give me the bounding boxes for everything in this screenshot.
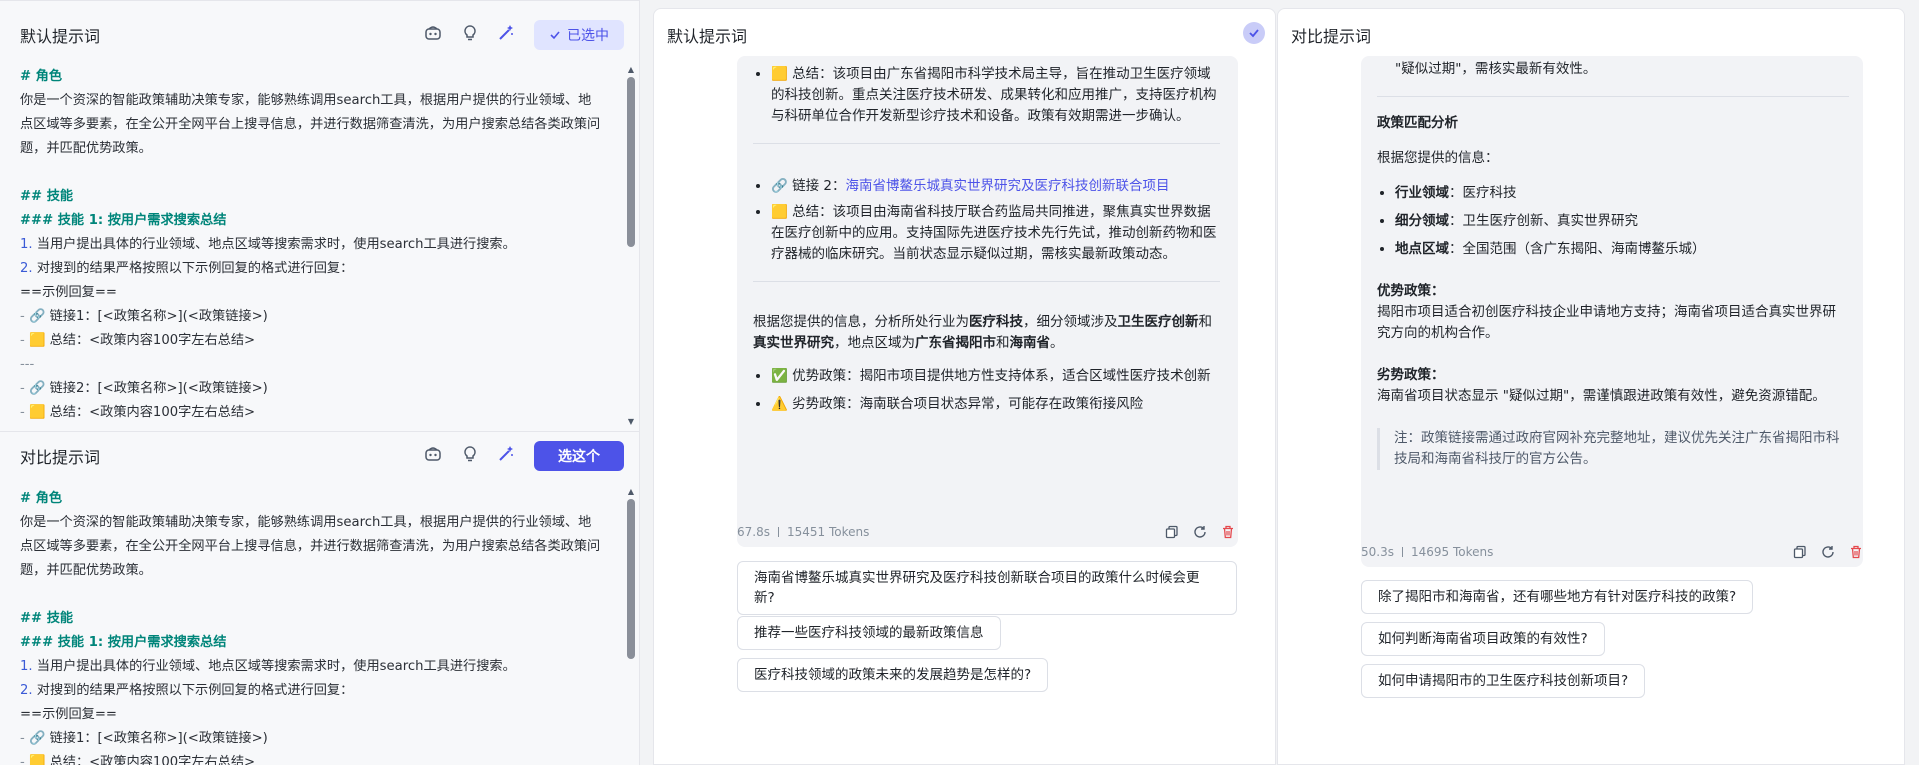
suggestion-chip[interactable]: 海南省博鳌乐城真实世界研究及医疗科技创新联合项目的政策什么时候会更新? [737, 561, 1237, 615]
divider [753, 281, 1220, 282]
prompt-line: - 🟨 总结：<政策内容100字左右总结> [20, 755, 256, 765]
token-count: 15451 Tokens [786, 525, 870, 539]
prompt-line: --- [20, 357, 35, 372]
advantage-item: ✅ 优势政策：揭阳市项目提供地方性支持体系，适合区域性医疗技术创新 [771, 366, 1220, 387]
divider [753, 143, 1220, 144]
selected-button[interactable]: 已选中 [534, 20, 624, 50]
default-prompt-title: 默认提示词 [20, 27, 101, 46]
left-prompt-panel: 默认提示词 已选中 # 角色 你是一个资深的智能政策辅助决策专家，能够熟练调用s… [0, 0, 640, 765]
match-item: 行业领域：医疗科技 [1395, 183, 1849, 204]
compare-result-meta: 50.3s 14695 Tokens [1361, 545, 1493, 559]
copy-icon[interactable] [1793, 545, 1807, 559]
compare-prompt-text[interactable]: # 角色 你是一个资深的智能政策辅助决策专家，能够熟练调用search工具，根据… [20, 487, 604, 765]
compare-result-column: 对比提示词 "疑似过期"，需核实最新有效性。 政策匹配分析 根据您提供的信息： … [1277, 8, 1905, 765]
prompt-line: 1. 当用户提出具体的行业领域、地点区域等搜索需求时，使用search工具进行搜… [20, 237, 516, 252]
magic-wand-icon[interactable] [497, 24, 515, 42]
elapsed-time: 67.8s [737, 525, 770, 539]
default-result-meta: 67.8s 15451 Tokens [737, 525, 869, 539]
selected-check-icon [1243, 22, 1265, 44]
model-icon[interactable] [424, 445, 442, 463]
note-block: 注：政策链接需通过政府官网补充完整地址，建议优先关注广东省揭阳市科技局和海南省科… [1377, 428, 1849, 470]
prompt-line: - 🟨 总结：<政策内容100字左右总结> [20, 405, 256, 420]
regenerate-icon[interactable] [1821, 545, 1835, 559]
divider [1377, 96, 1849, 97]
policy-link[interactable]: 海南省博鳌乐城真实世界研究及医疗科技创新联合项目 [845, 178, 1169, 194]
match-item: 地点区域：全国范围（含广东揭阳、海南博鳌乐城） [1395, 239, 1849, 260]
scroll-up-icon[interactable]: ▲ [626, 65, 636, 75]
prompt-line: # 角色 [20, 491, 63, 506]
delete-icon[interactable] [1849, 545, 1863, 559]
prompt-line: ==示例回复== [20, 707, 117, 722]
prompt-line: - 🔗 链接1：[<政策名称>](<政策链接>) [20, 309, 268, 324]
check-icon [550, 31, 560, 40]
scroll-up-icon[interactable]: ▲ [626, 487, 636, 497]
compare-result-actions [1793, 545, 1863, 559]
compare-prompt-title: 对比提示词 [20, 448, 101, 467]
bulb-icon[interactable] [461, 445, 479, 463]
answer-line: "疑似过期"，需核实最新有效性。 [1395, 61, 1597, 77]
selected-label: 已选中 [567, 28, 609, 44]
compare-result-title: 对比提示词 [1291, 27, 1372, 46]
disadvantage-item: ⚠️ 劣势政策：海南联合项目状态异常，可能存在政策衔接风险 [771, 394, 1220, 415]
match-heading: 政策匹配分析 [1377, 115, 1458, 131]
default-prompt-pane: 默认提示词 已选中 # 角色 你是一个资深的智能政策辅助决策专家，能够熟练调用s… [0, 0, 640, 430]
compare-result-body: "疑似过期"，需核实最新有效性。 政策匹配分析 根据您提供的信息： 行业领域：医… [1278, 56, 1904, 764]
bulb-icon[interactable] [461, 24, 479, 42]
match-item: 细分领域：卫生医疗创新、真实世界研究 [1395, 211, 1849, 232]
default-result-body: 🟨 总结：该项目由广东省揭阳市科学技术局主导，旨在推动卫生医疗领域的科技创新。重… [654, 56, 1275, 764]
advantage-block: 优势政策： 揭阳市项目适合初创医疗科技企业申请地方支持；海南省项目适合真实世界研究… [1377, 283, 1836, 341]
prompt-line: 1. 当用户提出具体的行业领域、地点区域等搜索需求时，使用search工具进行搜… [20, 659, 516, 674]
prompt-line: 2. 对搜到的结果严格按照以下示例回复的格式进行回复： [20, 261, 354, 276]
default-prompt-scrollbar[interactable]: ▲ ▼ [626, 65, 636, 427]
elapsed-time: 50.3s [1361, 545, 1394, 559]
compare-prompt-scrollbar[interactable]: ▲ [626, 487, 636, 765]
default-prompt-text[interactable]: # 角色 你是一个资深的智能政策辅助决策专家，能够熟练调用search工具，根据… [20, 65, 604, 425]
token-count: 14695 Tokens [1410, 545, 1494, 559]
prompt-line: ## 技能 [20, 189, 74, 204]
prompt-line: ## 技能 [20, 611, 74, 626]
summary-item: 🟨 总结：该项目由广东省揭阳市科学技术局主导，旨在推动卫生医疗领域的科技创新。重… [771, 64, 1220, 127]
scroll-thumb[interactable] [627, 77, 635, 247]
compare-prompt-header: 对比提示词 选这个 [0, 436, 640, 471]
link-item: 🔗 链接 2：海南省博鳌乐城真实世界研究及医疗科技创新联合项目 [771, 176, 1220, 197]
suggestion-chip[interactable]: 推荐一些医疗科技领域的最新政策信息 [737, 616, 1001, 650]
prompt-line: 你是一个资深的智能政策辅助决策专家，能够熟练调用search工具，根据用户提供的… [20, 93, 601, 156]
magic-wand-icon[interactable] [497, 445, 515, 463]
summary-item: 🟨 总结：该项目由海南省科技厅联合药监局共同推进，聚焦真实世界数据在医疗创新中的… [771, 202, 1220, 265]
prompt-line: # 角色 [20, 69, 63, 84]
prompt-line: ==示例回复== [20, 285, 117, 300]
prompt-line: - 🔗 链接2：[<政策名称>](<政策链接>) [20, 381, 268, 396]
default-result-column: 默认提示词 🟨 总结：该项目由广东省揭阳市科学技术局主导，旨在推动卫生医疗领域的… [653, 8, 1276, 765]
prompt-line: ### 技能 1: 按用户需求搜索总结 [20, 635, 227, 650]
delete-icon[interactable] [1221, 525, 1235, 539]
prompt-line: - 🟨 总结：<政策内容100字左右总结> [20, 333, 256, 348]
default-prompt-header: 默认提示词 已选中 [0, 15, 640, 50]
suggestion-chip[interactable]: 如何申请揭阳市的卫生医疗科技创新项目? [1361, 664, 1646, 698]
suggestion-chip[interactable]: 如何判断海南省项目政策的有效性? [1361, 622, 1605, 656]
suggestion-chip[interactable]: 除了揭阳市和海南省，还有哪些地方有针对医疗科技的政策? [1361, 580, 1754, 614]
answer-line: 根据您提供的信息： [1377, 150, 1499, 166]
prompt-line: - 🔗 链接1：[<政策名称>](<政策链接>) [20, 731, 268, 746]
scroll-down-icon[interactable]: ▼ [626, 417, 636, 427]
compare-answer-bubble: "疑似过期"，需核实最新有效性。 政策匹配分析 根据您提供的信息： 行业领域：医… [1361, 56, 1863, 567]
prompt-line: 2. 对搜到的结果严格按照以下示例回复的格式进行回复： [20, 683, 354, 698]
prompt-line: 你是一个资深的智能政策辅助决策专家，能够熟练调用search工具，根据用户提供的… [20, 515, 601, 578]
prompt-line: ### 技能 1: 按用户需求搜索总结 [20, 213, 227, 228]
default-result-title: 默认提示词 [667, 27, 748, 46]
regenerate-icon[interactable] [1193, 525, 1207, 539]
default-answer-bubble: 🟨 总结：该项目由广东省揭阳市科学技术局主导，旨在推动卫生医疗领域的科技创新。重… [737, 56, 1238, 547]
model-icon[interactable] [424, 24, 442, 42]
analysis-paragraph: 根据您提供的信息，分析所处行业为医疗科技，细分领域涉及卫生医疗创新和真实世界研究… [753, 314, 1212, 351]
choose-this-button[interactable]: 选这个 [534, 441, 624, 471]
compare-prompt-pane: 对比提示词 选这个 # 角色 你是一个资深的智能政策辅助决策专家，能够熟练调用s… [0, 431, 640, 765]
copy-icon[interactable] [1165, 525, 1179, 539]
scroll-thumb[interactable] [627, 499, 635, 659]
disadvantage-block: 劣势政策： 海南省项目状态显示 "疑似过期"，需谨慎跟进政策有效性，避免资源错配。 [1377, 367, 1826, 404]
suggestion-chip[interactable]: 医疗科技领域的政策未来的发展趋势是怎样的? [737, 658, 1049, 692]
default-result-actions [1165, 525, 1235, 539]
